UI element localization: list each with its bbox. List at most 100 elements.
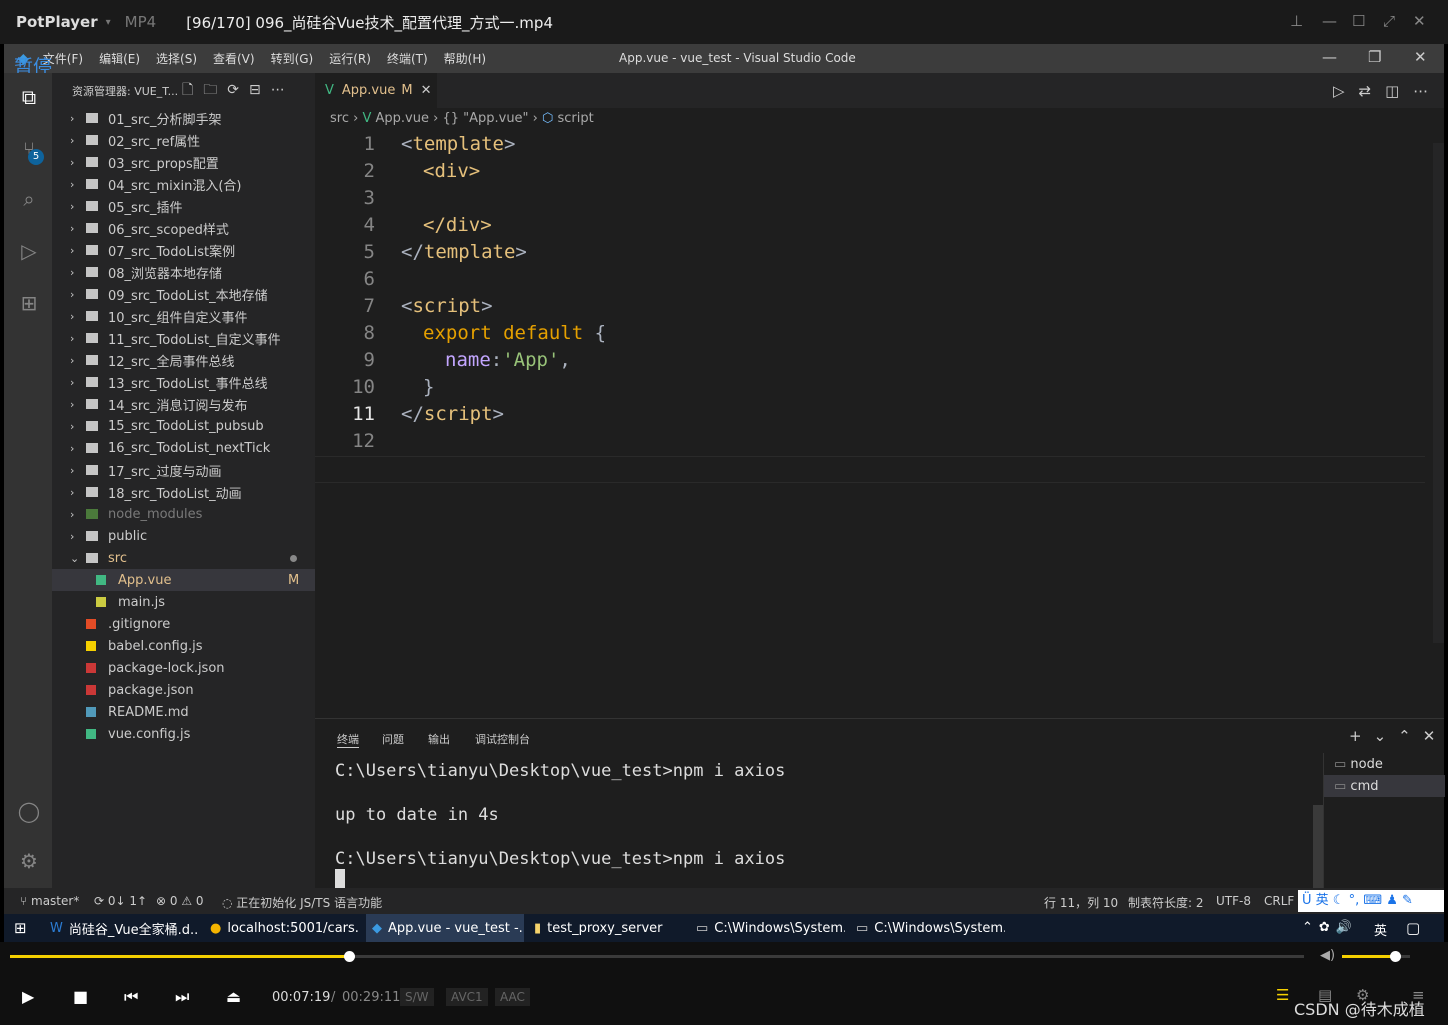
volume-slider[interactable] (1342, 951, 1410, 962)
seek-bar[interactable] (10, 951, 1304, 962)
playlist-icon[interactable]: ☰ (1276, 986, 1289, 1004)
volume-icon[interactable]: ◀) (1320, 948, 1335, 963)
tree-item[interactable]: › 01_src_分析脚手架 (52, 107, 315, 129)
tree-item[interactable]: › 09_src_TodoList_本地存储 (52, 283, 315, 305)
menu-terminal[interactable]: 终端(T) (387, 50, 428, 67)
stop-icon[interactable]: ■ (73, 987, 88, 1006)
tree-item[interactable]: › 12_src_全局事件总线 (52, 349, 315, 371)
problems-indicator[interactable]: ⊗ 0 ⚠ 0 (156, 894, 204, 908)
crumb-component[interactable]: {} "App.vue" (442, 111, 528, 126)
tree-item[interactable]: › 18_src_TodoList_动画 (52, 481, 315, 503)
run-debug-icon[interactable]: ▷ (16, 239, 42, 265)
branch-indicator[interactable]: ⑂ master* (20, 894, 79, 908)
restore-icon[interactable]: ❐ (1368, 48, 1381, 66)
tray-ime[interactable]: 英 (1374, 920, 1387, 939)
gear-icon[interactable]: ⚙ (16, 849, 42, 875)
menu-edit[interactable]: 编辑(E) (99, 50, 140, 67)
tree-item[interactable]: › 11_src_TodoList_自定义事件 (52, 327, 315, 349)
eject-icon[interactable]: ⏏ (226, 987, 241, 1006)
minimize-icon[interactable]: — (1322, 48, 1337, 66)
cursor-position[interactable]: 行 11，列 10 (1044, 894, 1118, 911)
tree-item[interactable]: › 07_src_TodoList案例 (52, 239, 315, 261)
previous-icon[interactable]: ⏮ (124, 987, 138, 1007)
tree-item[interactable]: › 13_src_TodoList_事件总线 (52, 371, 315, 393)
tree-item[interactable]: › 02_src_ref属性 (52, 129, 315, 151)
decoder-badge[interactable]: S/W (400, 988, 434, 1006)
indentation[interactable]: 制表符长度: 2 (1128, 894, 1204, 911)
tab-output[interactable]: 输出 (428, 731, 450, 747)
tree-item[interactable]: › 14_src_消息订阅与发布 (52, 393, 315, 415)
menu-help[interactable]: 帮助(H) (444, 50, 486, 67)
volume-handle[interactable] (1390, 951, 1402, 962)
terminal-scrollbar[interactable] (1313, 805, 1323, 889)
taskbar-item-vscode[interactable]: ◆ App.vue - vue_test -... (366, 914, 524, 942)
crumb-file[interactable]: App.vue (376, 111, 429, 126)
line-ending[interactable]: CRLF (1264, 894, 1294, 908)
taskbar-item-folder[interactable]: ▮ test_proxy_server (528, 914, 683, 942)
tree-item[interactable]: package.json (52, 679, 315, 701)
tree-item[interactable]: › 16_src_TodoList_nextTick (52, 437, 315, 459)
tree-item[interactable]: › public (52, 525, 315, 547)
tree-item[interactable]: › 15_src_TodoList_pubsub (52, 415, 315, 437)
video-codec-badge[interactable]: AVC1 (446, 988, 488, 1006)
tree-item[interactable]: babel.config.js (52, 635, 315, 657)
tab-app-vue[interactable]: V App.vue M ✕ (315, 73, 437, 108)
fullscreen-icon[interactable]: ⤢ (1383, 12, 1395, 30)
seek-handle[interactable] (344, 951, 356, 962)
windows-start-icon[interactable]: ⊞ (14, 919, 27, 937)
terminal-instance-cmd[interactable]: ▭ cmd (1334, 779, 1379, 794)
maximize-icon[interactable]: ☐ (1352, 12, 1365, 30)
tree-item[interactable]: › 04_src_mixin混入(合) (52, 173, 315, 195)
code-editor[interactable]: 1 2 3 4 5 6 7 8 9 10 11 12 <template> <div> </div> … (315, 129, 1444, 689)
tree-item[interactable]: › node_modules (52, 503, 315, 525)
tree-item[interactable]: › 03_src_props配置 (52, 151, 315, 173)
next-icon[interactable]: ⏭ (175, 987, 189, 1007)
editor-scrollbar[interactable] (1433, 143, 1444, 643)
tab-debug-console[interactable]: 调试控制台 (475, 731, 530, 747)
tree-item[interactable]: README.md (52, 701, 315, 723)
menu-view[interactable]: 查看(V) (213, 50, 255, 67)
ime-toolbar[interactable]: Ü 英 ☾ °, ⌨ ♟ ✎ (1298, 890, 1444, 912)
audio-codec-badge[interactable]: AAC (495, 988, 530, 1006)
tree-item[interactable]: App.vue M (52, 569, 315, 591)
explorer-actions-icon[interactable]: 🗋🗀⟳⊟⋯ (182, 79, 295, 103)
tree-item[interactable]: › 08_浏览器本地存储 (52, 261, 315, 283)
sync-indicator[interactable]: ⟳ 0↓ 1↑ (94, 894, 147, 908)
menu-run[interactable]: 运行(R) (329, 50, 371, 67)
crumb-script[interactable]: script (558, 111, 594, 126)
tree-item[interactable]: › 06_src_scoped样式 (52, 217, 315, 239)
terminal-instance-node[interactable]: ▭ node (1334, 757, 1383, 772)
search-icon[interactable]: ⌕ (16, 187, 42, 213)
notification-icon[interactable]: ▢ (1406, 919, 1420, 937)
tab-terminal[interactable]: 终端 (337, 731, 359, 748)
editor-actions-icon[interactable]: ▷⇄◫⋯ (1333, 82, 1442, 100)
tree-item[interactable]: › 10_src_组件自定义事件 (52, 305, 315, 327)
close-icon[interactable]: ✕ (1413, 12, 1426, 30)
account-icon[interactable]: ◯ (16, 799, 42, 825)
player-brand[interactable]: PotPlayer (16, 13, 98, 31)
tree-item[interactable]: › 17_src_过度与动画 (52, 459, 315, 481)
play-icon[interactable]: ▶ (22, 987, 34, 1006)
close-icon[interactable]: ✕ (1414, 48, 1427, 66)
explorer-icon[interactable]: ⧉ (16, 85, 42, 111)
tree-item[interactable]: ⌄ src (52, 547, 315, 569)
extensions-icon[interactable]: ⊞ (16, 291, 42, 317)
tree-item[interactable]: .gitignore (52, 613, 315, 635)
encoding[interactable]: UTF-8 (1216, 894, 1251, 908)
pin-icon[interactable]: ⊥ (1290, 12, 1303, 30)
panel-actions-icon[interactable]: +⌄⌃✕ (1349, 727, 1447, 745)
chevron-down-icon[interactable]: ▾ (106, 17, 111, 28)
taskbar-item-cmd-2[interactable]: ▭ C:\Windows\System... (850, 914, 1005, 942)
taskbar-item-cmd-1[interactable]: ▭ C:\Windows\System... (690, 914, 845, 942)
taskbar-item-word[interactable]: W 尚硅谷_Vue全家桶.d... (44, 914, 199, 942)
taskbar-item-chrome[interactable]: ● localhost:5001/cars... (204, 914, 359, 942)
tree-item[interactable]: main.js (52, 591, 315, 613)
menu-selection[interactable]: 选择(S) (156, 50, 197, 67)
tree-item[interactable]: vue.config.js (52, 723, 315, 745)
tab-problems[interactable]: 问题 (382, 731, 404, 747)
close-icon[interactable]: ✕ (421, 83, 432, 98)
system-tray-icons[interactable]: ⌃✿🔊 (1302, 920, 1358, 935)
tree-item[interactable]: package-lock.json (52, 657, 315, 679)
tree-item[interactable]: › 05_src_插件 (52, 195, 315, 217)
minimize-icon[interactable]: — (1322, 12, 1337, 30)
